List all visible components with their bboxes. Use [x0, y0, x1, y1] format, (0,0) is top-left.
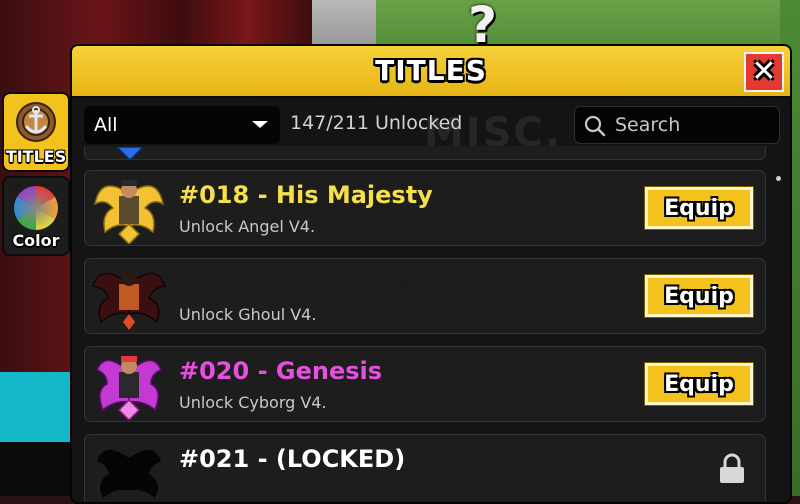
list-item: #019 - Nightwalker Unlock Ghoul V4. Equi…	[84, 258, 766, 334]
panel-title: TITLES	[375, 54, 487, 87]
panel-header: TITLES ✕	[72, 46, 790, 98]
equip-label: Equip	[664, 283, 734, 309]
cyborg-avatar-icon	[91, 350, 167, 422]
tab-titles-label: TITLES	[5, 147, 67, 166]
list-item: #021 - (LOCKED)	[84, 434, 766, 502]
titles-list[interactable]: #018 - His Majesty Unlock Angel V4. Equi…	[84, 146, 766, 502]
search-placeholder: Search	[615, 114, 681, 136]
lock-icon	[717, 453, 747, 489]
title-name: #018 - His Majesty	[179, 181, 433, 209]
cyan-floor	[0, 372, 76, 442]
title-description: Unlock Ghoul V4.	[179, 305, 317, 324]
ghoul-avatar-icon	[91, 262, 167, 332]
equip-button[interactable]: Equip	[644, 186, 754, 230]
dark-floor	[0, 442, 76, 496]
title-name: #021 - (LOCKED)	[179, 445, 406, 473]
equip-button[interactable]: Equip	[644, 362, 754, 406]
angel-avatar-icon	[91, 174, 167, 246]
equip-button[interactable]: Equip	[644, 274, 754, 318]
locked-silhouette-icon	[91, 438, 167, 502]
list-item: #020 - Genesis Unlock Cyborg V4. Equip	[84, 346, 766, 422]
unlocked-count: 147/211 Unlocked	[290, 112, 463, 134]
filter-dropdown[interactable]: All	[84, 106, 280, 144]
title-description: Unlock Cyborg V4.	[179, 393, 327, 412]
search-input[interactable]: Search	[574, 106, 780, 144]
search-icon	[583, 114, 607, 142]
equip-label: Equip	[664, 371, 734, 397]
anchor-badge-icon	[14, 100, 58, 148]
close-icon: ✕	[751, 54, 777, 89]
list-item	[84, 146, 766, 162]
titles-panel: TITLES ✕ MISC. All 147/211 Unlocked Sear…	[70, 44, 792, 504]
scrollbar[interactable]	[776, 176, 781, 181]
chevron-down-icon	[252, 121, 268, 128]
filter-value: All	[94, 114, 118, 136]
toolbar: All 147/211 Unlocked Search	[72, 98, 790, 148]
title-name: #020 - Genesis	[179, 357, 383, 385]
list-item: #018 - His Majesty Unlock Angel V4. Equi…	[84, 170, 766, 246]
gem-icon	[115, 146, 145, 165]
close-button[interactable]: ✕	[744, 52, 784, 92]
color-wheel-icon	[12, 184, 60, 236]
tab-titles[interactable]: TITLES	[2, 92, 70, 172]
title-description: Unlock Angel V4.	[179, 217, 316, 236]
equip-label: Equip	[664, 195, 734, 221]
title-name: #019 - Nightwalker	[179, 269, 440, 297]
tab-color[interactable]: Color	[2, 176, 70, 256]
